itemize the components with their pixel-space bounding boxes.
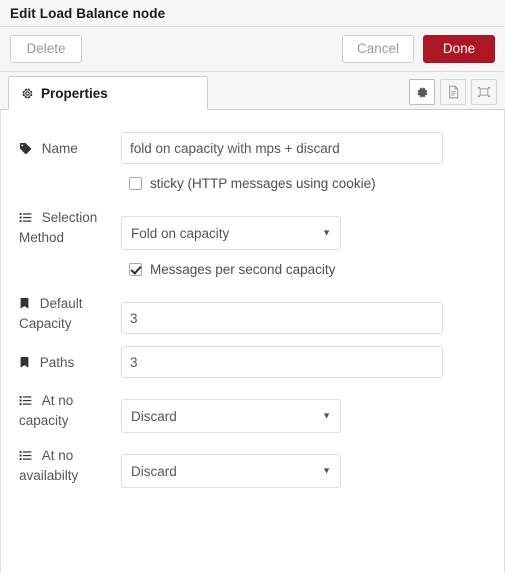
bookmark-icon	[19, 297, 30, 310]
row-default-capacity: Default Capacity	[1, 293, 504, 334]
sticky-checkbox-row: sticky (HTTP messages using cookie)	[1, 176, 504, 191]
row-selection-method: Selection Method Fold on capacity ▼	[1, 207, 504, 250]
default-capacity-input[interactable]	[121, 302, 443, 334]
name-label-text: Name	[41, 141, 78, 156]
sticky-checkbox[interactable]	[129, 177, 142, 190]
name-label: Name	[19, 132, 121, 159]
sticky-checkbox-label[interactable]: sticky (HTTP messages using cookie)	[150, 176, 376, 191]
at-no-capacity-select[interactable]: Discard	[121, 399, 341, 433]
name-field-wrap	[121, 132, 494, 164]
dialog-tab-bar: Properties	[0, 72, 505, 110]
cancel-button[interactable]: Cancel	[341, 35, 414, 63]
appearance-tool-button[interactable]	[471, 79, 497, 105]
gear-icon	[21, 87, 34, 100]
default-capacity-label: Default Capacity	[19, 293, 121, 334]
node-properties-form: Name sticky (HTTP messages using cookie)	[0, 110, 505, 573]
description-tool-button[interactable]	[440, 79, 466, 105]
paths-label: Paths	[19, 346, 121, 373]
tag-icon	[19, 142, 32, 155]
row-paths: Paths	[1, 346, 504, 378]
paths-field-wrap	[121, 346, 494, 378]
dialog-titlebar: Edit Load Balance node	[0, 0, 505, 27]
tab-tools	[409, 79, 497, 105]
row-at-no-availability: At no availabilty Discard ▼	[1, 445, 504, 488]
at-no-availability-select[interactable]: Discard	[121, 454, 341, 488]
selection-method-label: Selection Method	[19, 207, 121, 248]
at-no-availability-field-wrap: Discard ▼	[121, 445, 494, 488]
paths-label-text: Paths	[39, 355, 75, 370]
mps-capacity-checkbox-row: Messages per second capacity	[1, 262, 504, 277]
bookmark-icon	[19, 356, 30, 369]
list-icon	[19, 394, 32, 407]
at-no-capacity-label: At no capacity	[19, 390, 121, 431]
edit-node-dialog: Edit Load Balance node Delete Cancel Don…	[0, 0, 505, 573]
properties-tool-button[interactable]	[409, 79, 435, 105]
delete-button[interactable]: Delete	[10, 35, 82, 63]
default-capacity-field-wrap	[121, 293, 494, 334]
name-input[interactable]	[121, 132, 443, 164]
list-icon	[19, 211, 32, 224]
list-icon	[19, 449, 32, 462]
selection-method-select-wrap: Fold on capacity ▼	[121, 216, 341, 250]
tab-properties-label: Properties	[41, 85, 108, 101]
tab-properties[interactable]: Properties	[8, 76, 208, 110]
done-button[interactable]: Done	[423, 35, 495, 63]
gear-icon	[416, 86, 429, 99]
row-at-no-capacity: At no capacity Discard ▼	[1, 390, 504, 433]
selection-method-field-wrap: Fold on capacity ▼	[121, 207, 494, 250]
dialog-button-bar: Delete Cancel Done	[0, 27, 505, 72]
paths-input[interactable]	[121, 346, 443, 378]
selection-method-select[interactable]: Fold on capacity	[121, 216, 341, 250]
appearance-icon	[477, 85, 491, 99]
at-no-capacity-select-wrap: Discard ▼	[121, 399, 341, 433]
at-no-capacity-field-wrap: Discard ▼	[121, 390, 494, 433]
at-no-availability-select-wrap: Discard ▼	[121, 454, 341, 488]
mps-capacity-checkbox[interactable]	[129, 263, 142, 276]
mps-capacity-checkbox-label[interactable]: Messages per second capacity	[150, 262, 335, 277]
row-name: Name	[1, 132, 504, 164]
dialog-title: Edit Load Balance node	[10, 5, 166, 21]
description-icon	[447, 85, 460, 99]
at-no-availability-label: At no availabilty	[19, 445, 121, 486]
